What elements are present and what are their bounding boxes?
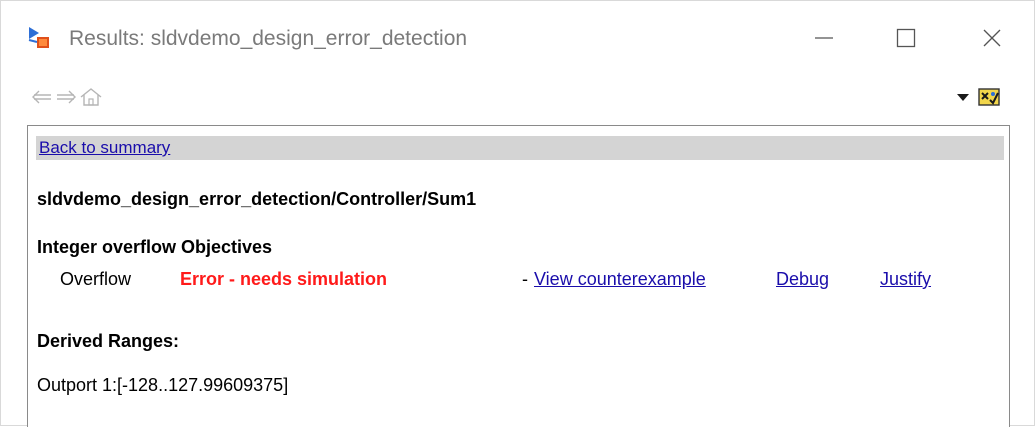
block-path-heading: sldvdemo_design_error_detection/Controll… xyxy=(37,189,477,209)
maximize-icon xyxy=(896,28,916,48)
objectives-heading: Integer overflow Objectives xyxy=(37,237,273,257)
view-counterexample-link[interactable]: View counterexample xyxy=(534,268,706,290)
objective-row: Overflow Error - needs simulation - View… xyxy=(28,266,1011,292)
back-link-bar: Back to summary xyxy=(36,136,1004,160)
objective-label: Overflow xyxy=(60,269,132,289)
objective-separator: - xyxy=(522,269,528,289)
justify-link[interactable]: Justify xyxy=(880,268,931,290)
simulink-results-icon xyxy=(27,24,53,50)
back-arrow-icon[interactable] xyxy=(31,84,53,110)
forward-arrow-icon[interactable] xyxy=(55,84,77,110)
toolbar xyxy=(1,77,1034,117)
close-icon xyxy=(983,29,1001,47)
minimize-button[interactable] xyxy=(798,15,850,61)
back-to-summary-link[interactable]: Back to summary xyxy=(39,137,170,159)
title-bar[interactable]: Results: sldvdemo_design_error_detection xyxy=(1,1,1034,73)
debug-link[interactable]: Debug xyxy=(776,268,829,290)
objective-status: Error - needs simulation xyxy=(180,269,388,289)
maximize-button[interactable] xyxy=(880,15,932,61)
home-icon[interactable] xyxy=(78,84,104,110)
minimize-icon xyxy=(815,37,833,39)
dropdown-arrow-icon[interactable] xyxy=(954,90,972,104)
results-window: Results: sldvdemo_design_error_detection xyxy=(0,0,1035,427)
window-title: Results: sldvdemo_design_error_detection xyxy=(69,27,468,50)
report-pane: Back to summary sldvdemo_design_error_de… xyxy=(27,125,1010,427)
close-button[interactable] xyxy=(966,15,1018,61)
derived-ranges-heading: Derived Ranges: xyxy=(37,331,180,351)
derived-ranges-value: Outport 1:[-128..127.99609375] xyxy=(37,375,289,395)
design-verifier-icon[interactable] xyxy=(976,85,1002,109)
